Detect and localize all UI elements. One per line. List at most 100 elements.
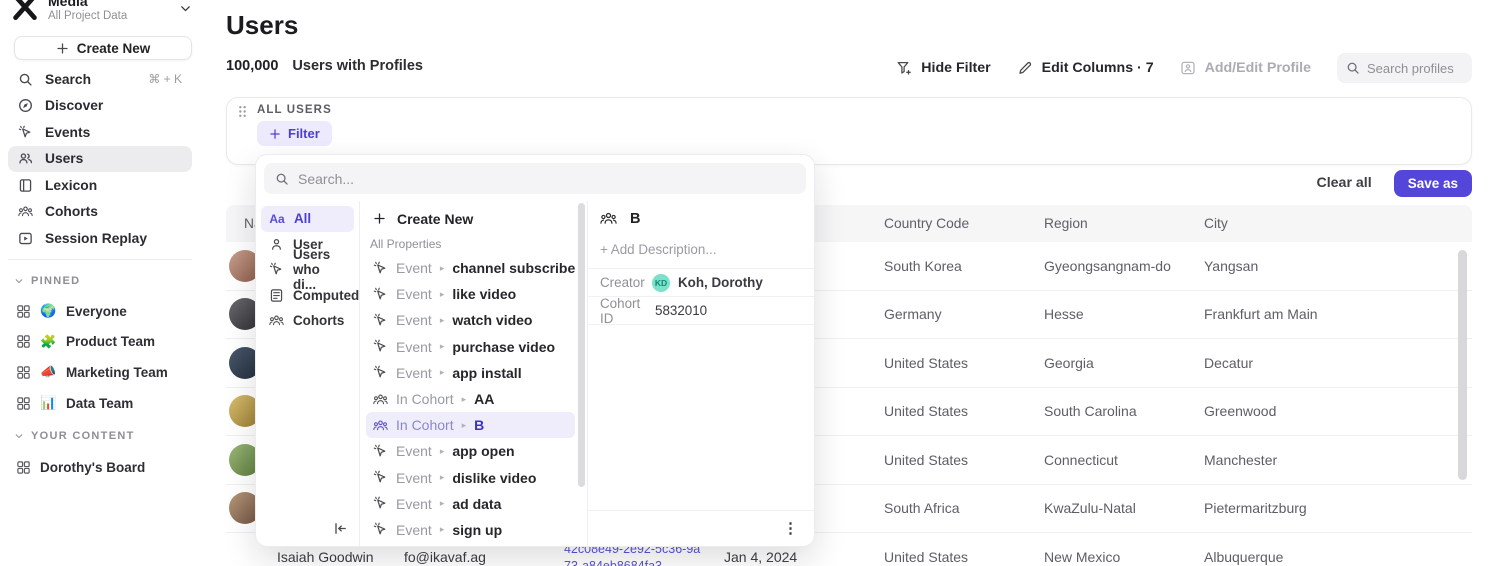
sidebar-item-cohorts[interactable]: Cohorts — [8, 199, 192, 226]
sidebar-board-product-team[interactable]: 🧩 Product Team — [8, 327, 192, 358]
board-grid-icon — [16, 365, 31, 380]
cohort-popover-footer: ⋮ — [588, 510, 814, 546]
category-users-who-did[interactable]: Users who di... — [261, 257, 354, 283]
creator-label: Creator — [600, 275, 652, 290]
category-cohorts[interactable]: Cohorts — [261, 308, 354, 334]
dropdown-create-new[interactable]: Create New — [366, 205, 575, 232]
cohort-detail-popover: B + Add Description... Creator KD Koh, D… — [587, 201, 814, 546]
sidebar: Media All Project Data Create New Search… — [0, 0, 200, 566]
add-filter-button[interactable]: Filter — [257, 121, 332, 146]
book-icon — [18, 178, 33, 193]
search-profiles-input[interactable] — [1367, 61, 1467, 76]
person-icon — [269, 237, 284, 252]
cell-country: Germany — [864, 306, 1024, 322]
cohort-icon — [373, 418, 388, 433]
cell-region: Connecticut — [1024, 452, 1184, 468]
table-scrollbar[interactable] — [1458, 250, 1467, 480]
sidebar-board-everyone[interactable]: 🌍 Everyone — [8, 296, 192, 327]
chevron-down-icon[interactable] — [179, 2, 192, 15]
event-icon — [373, 365, 388, 380]
your-content-list: Dorothy's Board — [8, 452, 192, 483]
cell-city: Decatur — [1184, 355, 1472, 371]
sidebar-item-events[interactable]: Events — [8, 119, 192, 146]
funnel-icon — [896, 60, 912, 76]
replay-icon — [18, 231, 33, 246]
property-event-sign-up[interactable]: Event▸sign up — [366, 517, 575, 543]
sidebar-board-dorothys-board[interactable]: Dorothy's Board — [8, 452, 192, 483]
event-icon — [373, 444, 388, 459]
property-in-cohort-aa[interactable]: In Cohort▸AA — [366, 386, 575, 412]
sidebar-item-users[interactable]: Users — [8, 146, 192, 173]
cohort-icon — [18, 204, 33, 219]
compass-icon — [18, 98, 33, 113]
property-event-like-video[interactable]: Event▸like video — [366, 281, 575, 307]
dropdown-categories: Aa All User Users who di... Computed — [256, 201, 360, 546]
all-users-group-label: ALL USERS — [257, 104, 332, 116]
board-grid-icon — [16, 334, 31, 349]
column-header-region[interactable]: Region — [1024, 216, 1184, 231]
sidebar-item-session-replay[interactable]: Session Replay — [8, 225, 192, 252]
sidebar-board-marketing-team[interactable]: 📣 Marketing Team — [8, 357, 192, 388]
clear-all-button[interactable]: Clear all — [1316, 175, 1371, 191]
cell-city: Manchester — [1184, 452, 1472, 468]
user-count-label: Users with Profiles — [292, 58, 423, 74]
page-title: Users — [226, 10, 298, 41]
cohort-icon — [600, 210, 617, 227]
category-all[interactable]: Aa All — [261, 206, 354, 232]
creator-avatar: KD — [652, 274, 670, 292]
event-icon — [373, 496, 388, 511]
column-header-city[interactable]: City — [1184, 216, 1472, 231]
cell-region: Gyeongsangnam-do — [1024, 258, 1184, 274]
cohort-popover-title-row: B — [588, 201, 814, 234]
property-in-cohort-b[interactable]: In Cohort▸B — [366, 412, 575, 438]
creator-name: Koh, Dorothy — [678, 275, 763, 290]
sidebar-nav: Search ⌘ + K Discover Events Users Lexic… — [8, 66, 192, 252]
board-grid-icon — [16, 460, 31, 475]
user-count: 100,000 — [226, 58, 278, 74]
workspace-logo-icon — [12, 0, 38, 20]
cell-country: United States — [864, 452, 1024, 468]
search-icon — [18, 72, 33, 87]
cell-region: Hesse — [1024, 306, 1184, 322]
sidebar-item-search[interactable]: Search ⌘ + K — [8, 66, 192, 93]
cell-country: South Korea — [864, 258, 1024, 274]
property-event-channel-subscribe[interactable]: Event▸channel subscribe — [366, 255, 575, 281]
sidebar-item-lexicon[interactable]: Lexicon — [8, 172, 192, 199]
save-as-button[interactable]: Save as — [1394, 170, 1472, 197]
drag-handle-icon[interactable] — [238, 105, 247, 118]
plus-icon — [56, 42, 69, 55]
cell-region: South Carolina — [1024, 403, 1184, 419]
dropdown-search-input[interactable] — [298, 171, 795, 187]
add-description-button[interactable]: + Add Description... — [588, 234, 814, 269]
your-content-section-header[interactable]: YOUR CONTENT — [14, 430, 135, 442]
collapse-panel-icon[interactable] — [333, 521, 348, 536]
search-profiles-box — [1337, 53, 1472, 83]
property-event-watch-video[interactable]: Event▸watch video — [366, 307, 575, 333]
sidebar-item-discover[interactable]: Discover — [8, 93, 192, 120]
search-shortcut: ⌘ + K — [148, 72, 182, 86]
column-header-country-code[interactable]: Country Code — [864, 216, 1024, 231]
plus-icon — [373, 212, 386, 225]
sidebar-board-data-team[interactable]: 📊 Data Team — [8, 388, 192, 419]
computed-icon — [269, 288, 284, 303]
more-options-icon[interactable]: ⋮ — [783, 521, 798, 536]
create-new-button[interactable]: Create New — [14, 36, 192, 60]
dropdown-scrollbar[interactable] — [578, 203, 585, 487]
cell-city: Frankfurt am Main — [1184, 306, 1472, 322]
dropdown-property-list: Create New All Properties Event▸channel … — [360, 201, 587, 546]
property-event-app-install[interactable]: Event▸app install — [366, 360, 575, 386]
property-event-dislike-video[interactable]: Event▸dislike video — [366, 465, 575, 491]
event-icon — [269, 262, 284, 277]
property-event-purchase-video[interactable]: Event▸purchase video — [366, 334, 575, 360]
plus-icon — [269, 128, 281, 140]
cohort-id-value: 5832010 — [655, 303, 707, 318]
hide-filter-button[interactable]: Hide Filter — [896, 60, 990, 76]
workspace-name: Media — [48, 0, 127, 9]
create-new-label: Create New — [77, 41, 151, 56]
edit-columns-button[interactable]: Edit Columns · 7 — [1017, 60, 1154, 76]
workspace-switcher[interactable]: Media All Project Data — [12, 0, 192, 23]
pinned-section-header[interactable]: PINNED — [14, 275, 80, 287]
property-event-ad-data[interactable]: Event▸ad data — [366, 491, 575, 517]
property-event-app-open[interactable]: Event▸app open — [366, 438, 575, 464]
add-edit-profile-button[interactable]: Add/Edit Profile — [1180, 60, 1311, 76]
